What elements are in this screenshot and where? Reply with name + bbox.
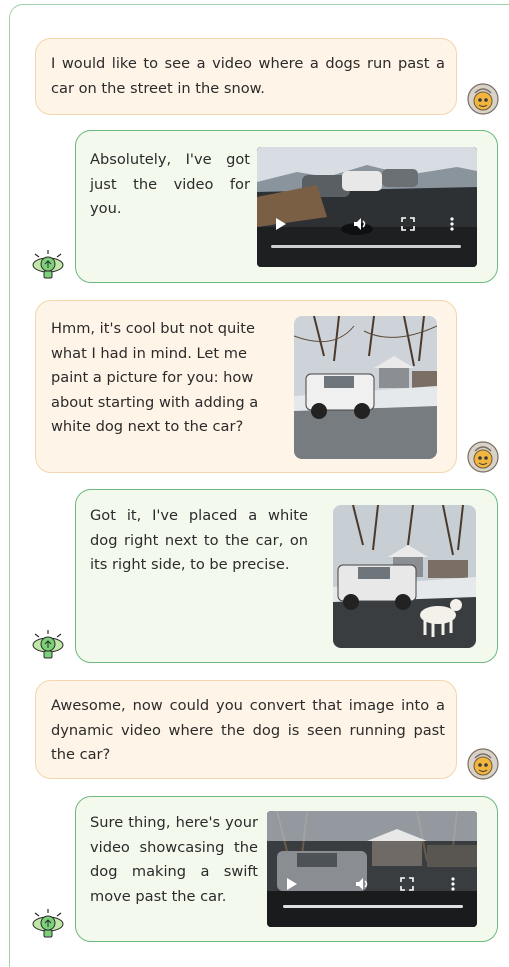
message-text: Awesome, now could you convert that imag… [51, 697, 445, 763]
white-dog-car-image [333, 505, 476, 648]
user-message: Awesome, now could you convert that imag… [35, 680, 457, 779]
fullscreen-icon[interactable] [400, 875, 414, 900]
bot-avatar-icon [31, 907, 65, 941]
user-message: Hmm, it's cool but not quite what I had … [35, 300, 457, 473]
message-text: Sure thing, here's your video showcasing… [90, 814, 258, 905]
bot-avatar-icon [31, 248, 65, 282]
assistant-message: Absolutely, I've got just the video for … [75, 130, 498, 283]
user-message: I would like to see a video where a dogs… [35, 38, 457, 115]
video-progress-bar[interactable] [283, 905, 463, 908]
assistant-message: Sure thing, here's your video showcasing… [75, 796, 498, 942]
more-options-icon[interactable] [451, 875, 455, 900]
user-image[interactable] [294, 316, 437, 459]
video-frame [257, 147, 477, 267]
user-avatar-icon [466, 440, 500, 474]
user-avatar-icon [466, 747, 500, 781]
play-icon[interactable] [275, 215, 287, 240]
bot-avatar-icon [31, 628, 65, 662]
message-text: Got it, I've placed a white dog right ne… [90, 507, 308, 573]
volume-icon[interactable] [353, 215, 369, 240]
more-options-icon[interactable] [450, 215, 454, 240]
message-text: I would like to see a video where a dogs… [51, 55, 445, 97]
assistant-image[interactable] [333, 505, 476, 648]
play-icon[interactable] [286, 875, 298, 900]
street-car-image [294, 316, 437, 459]
fullscreen-icon[interactable] [401, 215, 415, 240]
video-player[interactable] [267, 811, 477, 927]
video-frame [267, 811, 477, 927]
assistant-message: Got it, I've placed a white dog right ne… [75, 489, 498, 663]
volume-icon[interactable] [355, 875, 371, 900]
video-player[interactable] [257, 147, 477, 267]
user-avatar-icon [466, 82, 500, 116]
message-text: Hmm, it's cool but not quite what I had … [51, 320, 259, 435]
message-text: Absolutely, I've got just the video for … [90, 151, 250, 217]
video-progress-bar[interactable] [271, 245, 461, 248]
